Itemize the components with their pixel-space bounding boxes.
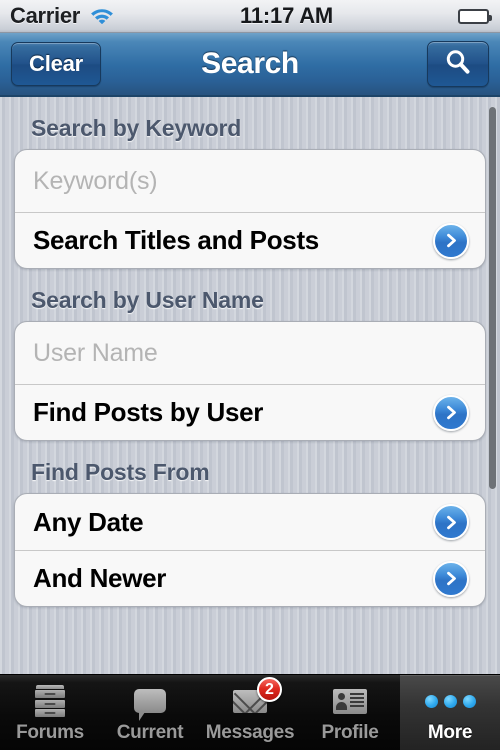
battery-icon [458, 8, 492, 24]
find-posts-by-user-row[interactable]: Find Posts by User [15, 384, 485, 440]
and-newer-row[interactable]: And Newer [15, 550, 485, 606]
user-name-input[interactable] [33, 338, 469, 368]
wifi-icon [89, 6, 115, 29]
section-header-user-name: Search by User Name [31, 287, 264, 313]
chevron-right-icon[interactable] [433, 504, 469, 540]
scroll-content[interactable]: Search by Keyword Search Titles and Post… [0, 97, 500, 675]
tab-profile[interactable]: Profile [300, 675, 400, 750]
status-bar-center: 11:17 AM [115, 3, 458, 29]
clear-button-label: Clear [29, 51, 84, 76]
messages-badge: 2 [257, 677, 282, 702]
status-bar-right [458, 8, 500, 24]
clear-button[interactable]: Clear [11, 42, 102, 86]
section-search-by-user-name: Search by User Name Find Posts by User [0, 269, 500, 441]
tab-forums[interactable]: Forums [0, 675, 100, 750]
group-keyword: Search Titles and Posts [14, 149, 486, 269]
status-bar: Carrier 11:17 AM [0, 0, 500, 33]
envelope-icon: 2 [233, 677, 282, 718]
search-icon [443, 47, 473, 82]
tab-more[interactable]: More [400, 675, 500, 750]
tab-forums-label: Forums [16, 722, 84, 743]
section-find-posts-from: Find Posts From Any Date And Newer [0, 441, 500, 607]
chevron-right-icon[interactable] [433, 560, 469, 597]
tab-bar: Forums Current 2 Messages Profile More [0, 674, 500, 750]
search-titles-and-posts-label: Search Titles and Posts [33, 225, 319, 255]
scroll-indicator[interactable] [489, 107, 496, 489]
user-name-input-row[interactable] [15, 322, 485, 384]
section-header-keyword: Search by Keyword [31, 115, 242, 141]
file-cabinet-icon [35, 684, 65, 718]
chevron-right-icon[interactable] [433, 394, 469, 431]
keyword-input[interactable] [33, 166, 469, 196]
tab-current-label: Current [116, 722, 184, 743]
section-search-by-keyword: Search by Keyword Search Titles and Post… [0, 97, 500, 269]
clock-label: 11:17 AM [240, 3, 334, 28]
status-bar-left: Carrier [0, 3, 115, 29]
contact-card-icon [333, 684, 367, 718]
keyword-input-row[interactable] [15, 150, 485, 212]
tab-messages-label: Messages [205, 722, 295, 743]
search-button[interactable] [427, 41, 489, 87]
and-newer-label: And Newer [33, 563, 167, 593]
chevron-right-icon[interactable] [433, 222, 469, 259]
three-dots-icon [424, 684, 476, 718]
carrier-label: Carrier [10, 3, 81, 28]
section-header-find-posts-from: Find Posts From [31, 459, 210, 485]
search-titles-and-posts-row[interactable]: Search Titles and Posts [15, 212, 485, 268]
any-date-row[interactable]: Any Date [15, 494, 485, 550]
phone-screen: Carrier 11:17 AM Clear Search Search by … [0, 0, 500, 750]
tab-profile-label: Profile [321, 722, 379, 743]
navigation-bar: Clear Search [0, 33, 500, 97]
find-posts-by-user-label: Find Posts by User [33, 397, 264, 427]
tab-current[interactable]: Current [100, 675, 200, 750]
any-date-label: Any Date [33, 506, 144, 537]
tab-more-label: More [427, 722, 473, 743]
group-find-posts-from: Any Date And Newer [14, 493, 486, 607]
tab-messages[interactable]: 2 Messages [200, 675, 300, 750]
group-user-name: Find Posts by User [14, 321, 486, 441]
speech-bubble-icon [134, 684, 166, 721]
